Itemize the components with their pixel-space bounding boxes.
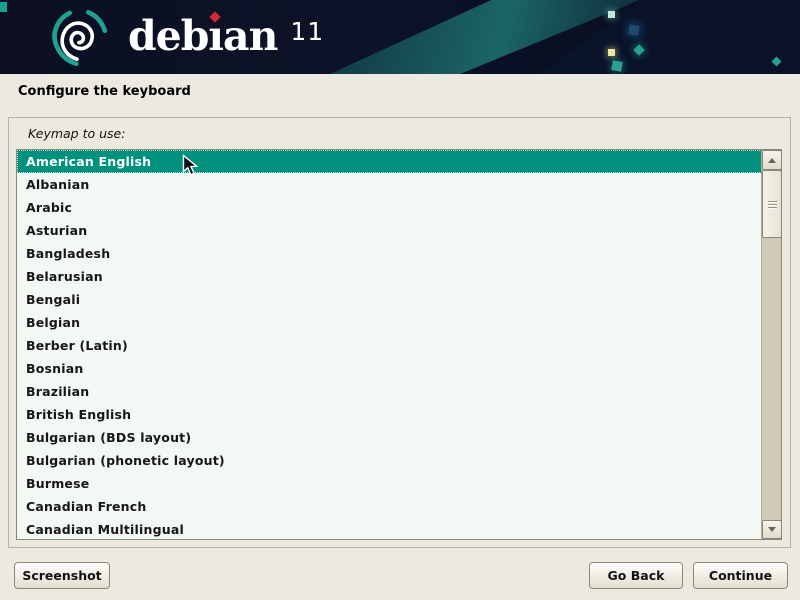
list-item[interactable]: Canadian Multilingual: [17, 518, 762, 540]
list-item[interactable]: British English: [17, 403, 762, 426]
list-item[interactable]: Bosnian: [17, 357, 762, 380]
list-item[interactable]: Belarusian: [17, 265, 762, 288]
list-item[interactable]: American English: [17, 150, 762, 173]
screenshot-button[interactable]: Screenshot: [14, 562, 110, 589]
list-item[interactable]: Berber (Latin): [17, 334, 762, 357]
list-item[interactable]: Bulgarian (phonetic layout): [17, 449, 762, 472]
version-text: 11: [290, 17, 324, 46]
list-item[interactable]: Brazilian: [17, 380, 762, 403]
installer-window: debıan 11 Configure the keyboard Keymap …: [0, 0, 800, 600]
list-item[interactable]: Bangladesh: [17, 242, 762, 265]
chevron-down-icon: [768, 527, 776, 532]
scroll-thumb[interactable]: [762, 170, 782, 238]
debian-logo: debıan 11: [44, 4, 384, 72]
header-banner: debıan 11: [0, 0, 800, 74]
keymap-label: Keymap to use:: [28, 126, 125, 141]
list-item[interactable]: Belgian: [17, 311, 762, 334]
keymap-listbox[interactable]: American English Albanian Arabic Asturia…: [16, 149, 782, 540]
decor-square: [611, 60, 623, 72]
decor-corner-square: [0, 2, 7, 12]
list-item[interactable]: Canadian French: [17, 495, 762, 518]
decor-square: [628, 24, 639, 35]
list-item[interactable]: Albanian: [17, 173, 762, 196]
brand-text: debıan: [128, 12, 277, 60]
list-item[interactable]: Burmese: [17, 472, 762, 495]
keymap-list: American English Albanian Arabic Asturia…: [17, 150, 762, 540]
list-item[interactable]: Bengali: [17, 288, 762, 311]
scrollbar[interactable]: [761, 150, 781, 539]
chevron-up-icon: [768, 158, 776, 163]
thumb-grip: [768, 204, 777, 205]
page-title: Configure the keyboard: [18, 84, 191, 99]
list-item[interactable]: Bulgarian (BDS layout): [17, 426, 762, 449]
decor-square: [608, 49, 615, 56]
thumb-grip: [768, 201, 777, 202]
continue-button[interactable]: Continue: [693, 562, 788, 589]
thumb-grip: [768, 207, 777, 208]
scroll-up-button[interactable]: [762, 150, 782, 170]
list-item[interactable]: Asturian: [17, 219, 762, 242]
decor-square: [608, 11, 615, 18]
list-item[interactable]: Arabic: [17, 196, 762, 219]
scroll-down-button[interactable]: [762, 520, 782, 539]
debian-swirl-icon: [44, 5, 114, 71]
go-back-button[interactable]: Go Back: [589, 562, 683, 589]
